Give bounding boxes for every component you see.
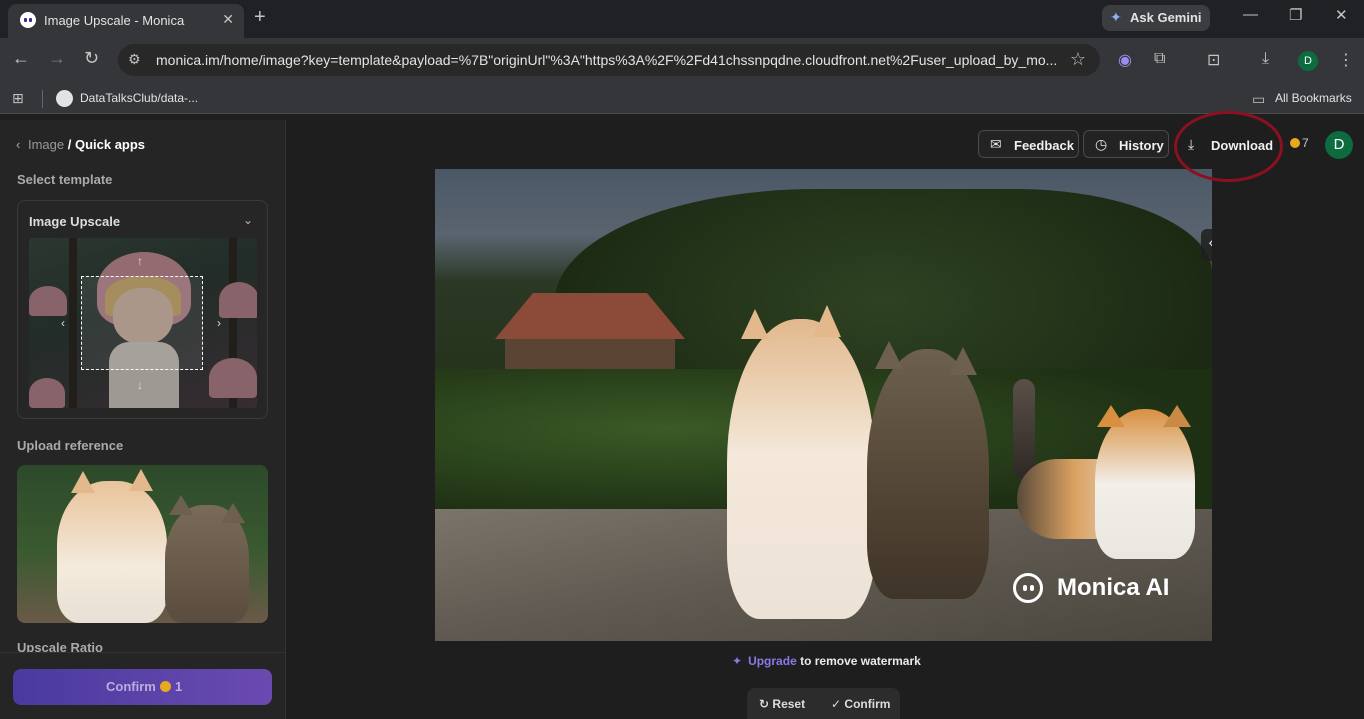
upgrade-link[interactable]: Upgrade <box>748 654 797 668</box>
breadcrumb-image[interactable]: Image <box>28 137 64 152</box>
download-icon: ⤓ <box>1188 136 1195 152</box>
folder-icon: ▭ <box>1252 91 1266 107</box>
upload-reference-label: Upload reference <box>17 438 124 453</box>
address-bar[interactable]: ⚙ monica.im/home/image?key=template&payl… <box>118 44 1100 76</box>
arrow-left-icon: ‹ <box>61 316 65 330</box>
monica-logo-icon <box>1013 573 1043 603</box>
chevron-left-icon[interactable]: ‹ <box>16 137 20 152</box>
apps-grid-icon[interactable]: ⊞ <box>12 90 24 107</box>
breadcrumb: ‹ Image / Quick apps <box>16 137 145 152</box>
reload-icon[interactable]: ↻ <box>84 48 99 69</box>
github-icon <box>56 90 73 107</box>
close-window-icon[interactable]: ✕ <box>1335 6 1348 24</box>
tab-strip: Image Upscale - Monica ✕ + ✦ Ask Gemini … <box>0 0 1364 38</box>
gemini-sparkle-icon: ✦ <box>1110 9 1122 25</box>
confirm-image-button[interactable]: ✓ Confirm <box>831 697 890 711</box>
reset-label: Reset <box>772 697 806 711</box>
extensions-icon[interactable]: ⧉ <box>1154 50 1165 68</box>
bookmarks-divider <box>42 90 43 108</box>
feedback-button[interactable]: ✉ Feedback <box>978 130 1079 158</box>
sidebar: ‹ Image / Quick apps Select template Ima… <box>0 120 286 719</box>
bookmark-datatalksclub[interactable]: DataTalksClub/data-... <box>80 91 198 105</box>
url-text[interactable]: monica.im/home/image?key=template&payloa… <box>156 52 1056 68</box>
tab-search-icon[interactable]: ⊡ <box>1207 50 1220 70</box>
download-button[interactable]: ⤓ Download <box>1175 130 1281 158</box>
sparkle-icon: ✦ <box>732 654 743 668</box>
confirm-image-label: Confirm <box>844 697 891 711</box>
credit-coin-icon <box>1290 138 1300 148</box>
upgrade-suffix: to remove watermark <box>796 654 921 668</box>
template-preview-image: ↑ ↓ ‹ › <box>29 238 257 408</box>
clock-icon: ◷ <box>1095 136 1108 152</box>
eraser-icon[interactable]: ⌫ <box>1209 235 1212 253</box>
upgrade-banner: ✦ Upgrade to remove watermark <box>732 654 921 668</box>
browser-tab[interactable]: Image Upscale - Monica ✕ <box>8 4 244 38</box>
check-icon: ✓ <box>831 697 842 711</box>
reset-button[interactable]: ↻ Reset <box>759 697 805 711</box>
downloads-icon[interactable]: ⤓ <box>1262 50 1269 68</box>
image-tools-bar: ⌫ ⊤ ⛶ ◇ ▣ <box>1201 229 1212 261</box>
user-avatar[interactable]: D <box>1325 131 1353 159</box>
crop-selection-box <box>81 276 203 370</box>
credits-count: 7 <box>1302 136 1309 150</box>
image-action-bar: ↻ Reset ✓ Confirm <box>747 688 900 719</box>
sidebar-footer: Confirm 1 <box>0 652 285 719</box>
history-button[interactable]: ◷ History <box>1083 130 1169 158</box>
close-tab-icon[interactable]: ✕ <box>222 11 234 28</box>
select-template-label: Select template <box>17 172 113 187</box>
site-info-icon[interactable]: ⚙ <box>128 51 141 68</box>
reference-image[interactable] <box>17 465 268 623</box>
watermark-text: Monica AI <box>1057 574 1170 601</box>
bookmark-star-icon[interactable]: ☆ <box>1070 49 1086 70</box>
template-name: Image Upscale <box>29 214 121 229</box>
new-tab-button[interactable]: + <box>254 6 266 29</box>
arrow-down-icon: ↓ <box>137 378 143 392</box>
restore-icon[interactable]: ❐ <box>1289 6 1302 24</box>
chevron-down-icon[interactable]: ⌄ <box>243 213 253 227</box>
tab-title: Image Upscale - Monica <box>44 13 185 28</box>
download-label: Download <box>1211 138 1274 153</box>
confirm-cost: 1 <box>175 679 183 694</box>
chrome-menu-icon[interactable]: ⋮ <box>1338 50 1354 70</box>
reset-icon: ↻ <box>759 697 770 711</box>
monica-favicon-icon <box>20 12 36 28</box>
history-label: History <box>1119 138 1164 153</box>
credit-coin-icon <box>160 681 171 692</box>
feedback-label: Feedback <box>1014 138 1074 153</box>
mail-icon: ✉ <box>990 136 1002 152</box>
ask-gemini-label: Ask Gemini <box>1130 10 1202 25</box>
browser-toolbar: ← → ↻ ⚙ monica.im/home/image?key=templat… <box>0 38 1364 84</box>
arrow-up-icon: ↑ <box>137 254 143 268</box>
back-icon[interactable]: ← <box>12 48 30 69</box>
main-canvas: ✉ Feedback ◷ History ⤓ Download 7 D Moni… <box>287 120 1364 719</box>
forward-icon[interactable]: → <box>48 48 66 69</box>
confirm-label: Confirm <box>106 679 156 694</box>
credits-badge[interactable]: 7 <box>1290 136 1309 150</box>
ask-gemini-button[interactable]: ✦ Ask Gemini <box>1102 5 1210 31</box>
result-image[interactable]: Monica AI ⌫ ⊤ ⛶ ◇ ▣ <box>435 169 1212 641</box>
confirm-button[interactable]: Confirm 1 <box>13 669 272 705</box>
chrome-profile-avatar[interactable]: D <box>1298 51 1318 71</box>
template-selector[interactable]: Image Upscale ⌄ ↑ ↓ ‹ › <box>17 200 268 419</box>
breadcrumb-current: / Quick apps <box>67 137 146 152</box>
arrow-right-icon: › <box>217 316 221 330</box>
all-bookmarks-link[interactable]: All Bookmarks <box>1275 91 1352 105</box>
minimize-icon[interactable]: — <box>1243 6 1258 23</box>
monica-extension-icon[interactable]: ◉ <box>1118 50 1132 70</box>
bookmarks-bar: ⊞ DataTalksClub/data-... ▭ All Bookmarks <box>0 84 1364 114</box>
